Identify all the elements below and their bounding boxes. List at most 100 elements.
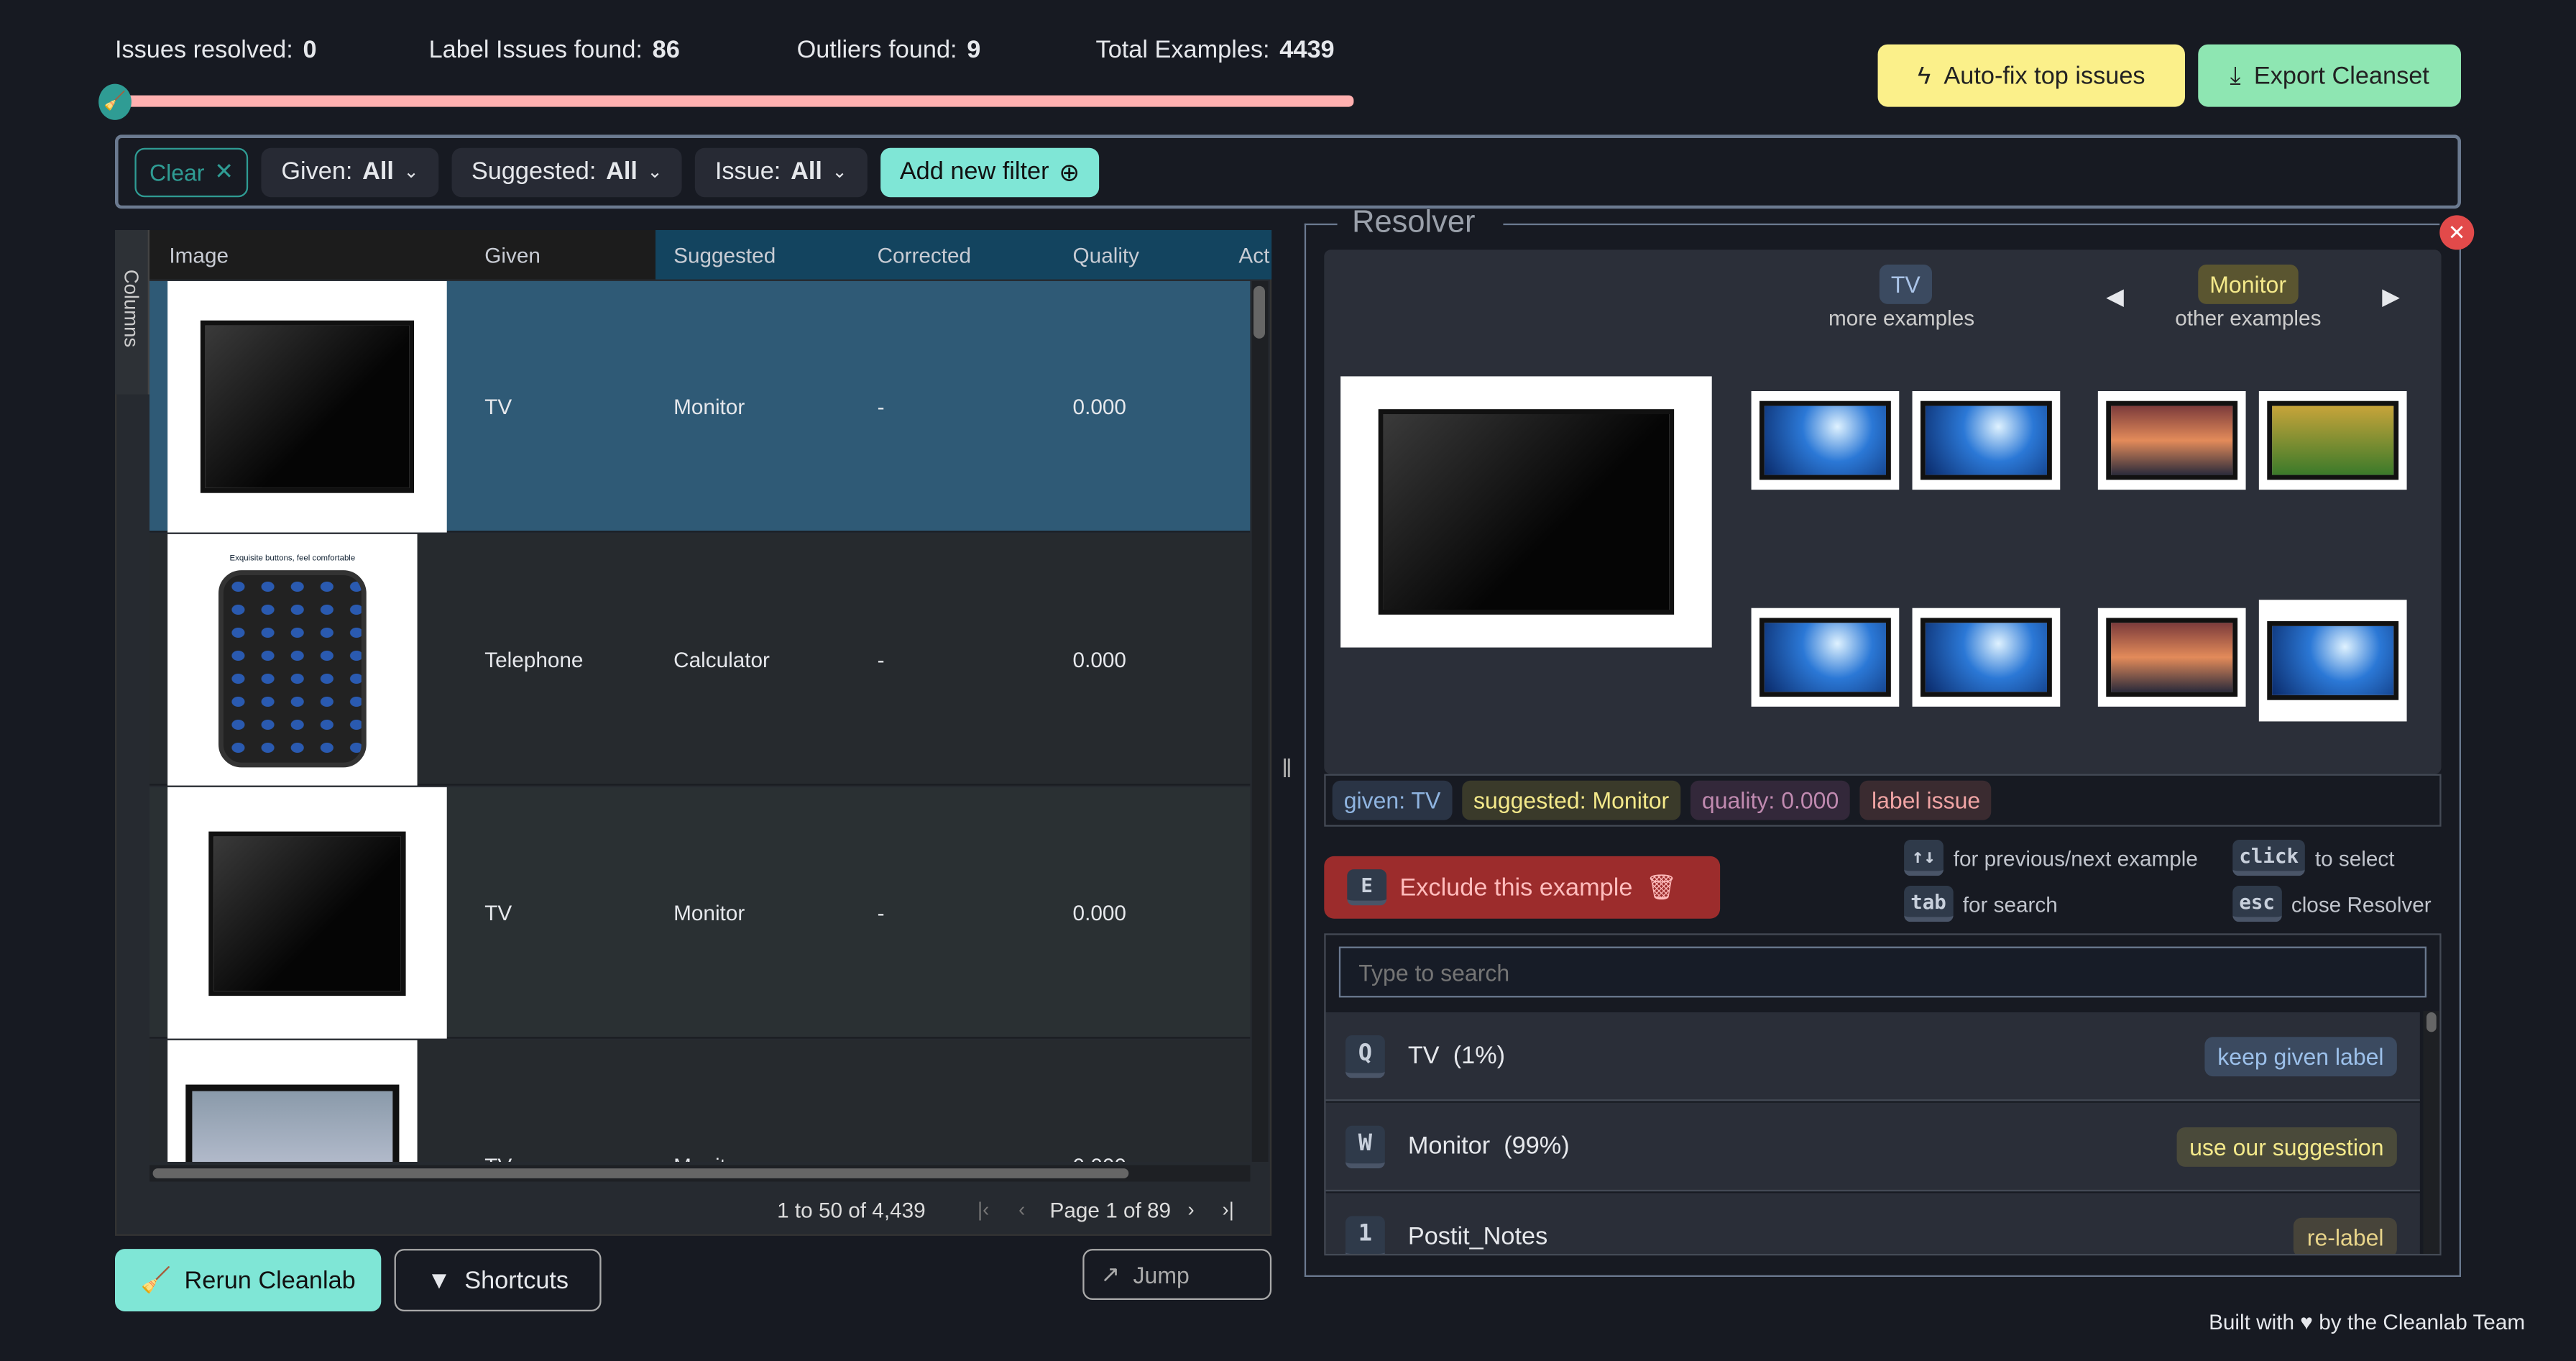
header-image[interactable]: Image <box>169 230 229 280</box>
chevron-down-icon: ⌄ <box>403 162 419 183</box>
stat-label: Total Examples: <box>1095 36 1270 65</box>
clear-filters-button[interactable]: Clear ✕ <box>134 147 249 197</box>
header-suggested[interactable]: Suggested <box>673 230 776 280</box>
row-image[interactable] <box>167 1040 418 1162</box>
shortcuts-button[interactable]: ▼ Shortcuts <box>394 1249 602 1311</box>
row-image[interactable] <box>167 787 447 1039</box>
autofix-button[interactable]: ϟ Auto-fix top issues <box>1877 44 2185 107</box>
filter-bar: Clear ✕ Given: All ⌄ Suggested: All ⌄ Issue: A… <box>114 134 2461 209</box>
header-quality[interactable]: Quality <box>1073 230 1139 280</box>
progress-bar <box>108 95 1354 107</box>
table-row[interactable]: TV Monitor - 0.000 <box>149 787 1251 1039</box>
exclude-button[interactable]: E Exclude this example 🗑 <box>1324 856 1721 919</box>
export-button[interactable]: ⤓ Export Cleanset <box>2198 44 2461 107</box>
stat-label: Issues resolved: <box>114 36 293 65</box>
broom-icon: 🧹 <box>98 83 132 120</box>
stat-value: 0 <box>303 36 317 65</box>
exclude-key: E <box>1347 869 1387 906</box>
row-image[interactable]: Exquisite buttons, feel comfortable <box>167 533 418 786</box>
click-key: click <box>2232 839 2306 876</box>
options-scrollbar[interactable] <box>2423 1010 2440 1254</box>
rerun-cleanlab-button[interactable]: 🧹 Rerun Cleanlab <box>114 1249 382 1311</box>
example-image[interactable] <box>1912 608 2061 707</box>
row-image[interactable] <box>167 280 447 533</box>
option-label: Postit_Notes <box>1407 1222 1548 1251</box>
cell-quality: 0.000 <box>1072 646 1126 672</box>
columns-tool-tab[interactable]: Columns <box>114 229 150 395</box>
export-label: Export Cleanset <box>2253 61 2429 90</box>
cell-suggested: Monitor <box>673 1040 745 1162</box>
horizontal-scrollbar[interactable] <box>149 1165 1251 1182</box>
label-option[interactable]: 1 Postit_Notes re-label <box>1325 1193 2420 1254</box>
stat-outliers: Outliers found: 9 <box>797 36 981 64</box>
stat-value: 9 <box>967 36 981 65</box>
option-key: 1 <box>1345 1215 1385 1254</box>
lightning-icon: ϟ <box>1917 61 1931 90</box>
label-option[interactable]: Q TV (1%) keep given label <box>1325 1012 2420 1101</box>
cell-suggested: Monitor <box>673 393 745 418</box>
example-image[interactable] <box>2097 608 2246 707</box>
keep-given-label-button[interactable]: keep given label <box>2204 1036 2397 1076</box>
esc-key: esc <box>2232 885 2282 922</box>
tags-row: given: TV suggested: Monitor quality: 0.… <box>1324 774 2442 827</box>
option-label: Monitor (99%) <box>1407 1132 1570 1160</box>
first-page-icon[interactable]: |‹ <box>978 1198 989 1221</box>
example-image[interactable] <box>2097 390 2246 490</box>
footer-text: Built with <box>2209 1309 2295 1334</box>
hint-text: close Resolver <box>2291 891 2432 917</box>
cell-quality: 0.000 <box>1073 1040 1126 1162</box>
label-search-input[interactable] <box>1338 946 2426 998</box>
example-image[interactable] <box>2258 390 2407 490</box>
plus-circle-icon: ⊕ <box>1059 158 1080 187</box>
issue-filter[interactable]: Issue: All ⌄ <box>695 147 868 197</box>
autofix-label: Auto-fix top issues <box>1944 61 2145 90</box>
suggested-filter[interactable]: Suggested: All ⌄ <box>451 147 683 197</box>
hint-text: for previous/next example <box>1953 845 2198 871</box>
prev-examples-icon[interactable]: ◀ <box>2106 283 2124 311</box>
header-actions[interactable]: Act <box>1238 230 1271 280</box>
jump-input[interactable]: ↗ Jump <box>1082 1249 1272 1300</box>
cell-quality: 0.000 <box>1072 899 1126 925</box>
jump-placeholder: Jump <box>1133 1261 1190 1288</box>
table-row[interactable]: TV Monitor - 0.000 <box>149 280 1251 533</box>
example-image[interactable] <box>1751 390 1900 490</box>
resize-handle[interactable]: ‖ <box>1282 756 1292 785</box>
last-page-icon[interactable]: ›| <box>1223 1198 1234 1221</box>
cell-corrected: - <box>878 1040 885 1162</box>
add-filter-button[interactable]: Add new filter ⊕ <box>880 147 1100 197</box>
row-range: 1 to 50 of 4,439 <box>777 1198 926 1223</box>
header-given[interactable]: Given <box>484 230 540 280</box>
filter-label: Given: <box>281 157 353 186</box>
vertical-scrollbar[interactable] <box>1251 280 1269 1162</box>
stat-label: Outliers found: <box>796 36 957 65</box>
next-examples-icon[interactable]: ▶ <box>2382 283 2400 311</box>
stat-value: 86 <box>652 36 680 65</box>
close-resolver-button[interactable]: ✕ <box>2439 215 2475 250</box>
option-label: TV (1%) <box>1407 1042 1506 1070</box>
label-option[interactable]: W Monitor (99%) use our suggestion <box>1325 1102 2420 1192</box>
issue-tag: label issue <box>1860 780 1992 820</box>
next-page-icon[interactable]: › <box>1188 1198 1195 1221</box>
suggested-caption: other examples <box>2175 306 2322 331</box>
given-filter[interactable]: Given: All ⌄ <box>261 147 439 197</box>
table-row[interactable]: Exquisite buttons, feel comfortable Tele… <box>149 533 1251 786</box>
given-caption: more examples <box>1828 306 1975 331</box>
tab-key: tab <box>1904 885 1953 922</box>
prev-page-icon[interactable]: ‹ <box>1018 1198 1025 1221</box>
broom-icon: 🧹 <box>140 1267 172 1296</box>
example-image[interactable] <box>1912 390 2061 490</box>
divider <box>1503 223 2440 226</box>
heart-icon: ♥ <box>2300 1309 2313 1334</box>
divider <box>1304 223 1338 226</box>
given-badge: TV <box>1879 264 1932 304</box>
example-image[interactable] <box>2258 600 2407 722</box>
relabel-button[interactable]: re-label <box>2294 1216 2397 1254</box>
header-corrected[interactable]: Corrected <box>878 230 971 280</box>
arrow-up-right-icon: ↗ <box>1100 1260 1121 1287</box>
use-suggestion-button[interactable]: use our suggestion <box>2176 1126 2397 1166</box>
example-image[interactable] <box>1751 608 1900 707</box>
table-row[interactable]: TV Monitor - 0.000 <box>149 1040 1251 1162</box>
cell-corrected: - <box>877 646 885 672</box>
hint-text: for search <box>1962 891 2058 917</box>
suggested-badge: Monitor <box>2198 264 2298 304</box>
